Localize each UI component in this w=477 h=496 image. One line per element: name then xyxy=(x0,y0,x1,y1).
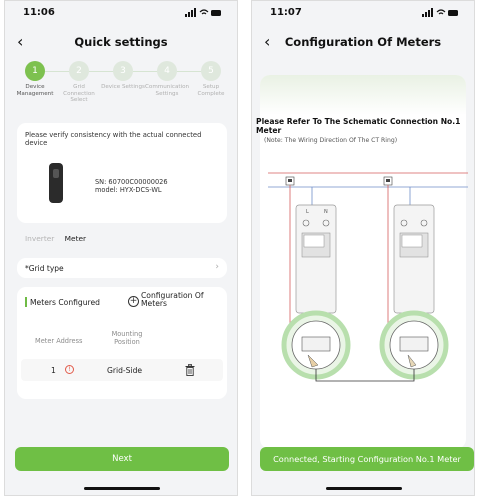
trash-icon[interactable] xyxy=(185,364,195,376)
step-communication[interactable]: 4 Communication Settings xyxy=(145,61,189,97)
supply-lines xyxy=(268,172,468,188)
warning-icon[interactable]: ! xyxy=(65,365,74,374)
breaker-left xyxy=(285,176,295,186)
ct-ring-left xyxy=(281,310,351,380)
device-image xyxy=(49,163,63,203)
meter-wiring-diagram: L N xyxy=(268,172,468,382)
status-time: 11:07 xyxy=(270,7,302,18)
add-circle-icon[interactable]: + xyxy=(128,296,139,307)
step-number: 1 xyxy=(25,61,45,81)
breaker-right xyxy=(383,176,393,186)
quick-settings-screen: 11:06 ‹ Quick settings 1 Device Manageme… xyxy=(4,0,238,496)
meter-l-label: L xyxy=(306,209,309,215)
setup-stepper: 1 Device Management 2 Grid Connection Se… xyxy=(11,61,231,107)
sheet-header-shade xyxy=(260,75,466,115)
configuration-of-meters-screen: 11:07 ‹ Configuration Of Meters Please R… xyxy=(251,0,475,496)
step-label: Device Settings xyxy=(101,84,145,90)
grid-type-row[interactable]: *Grid type › xyxy=(17,258,227,278)
step-number: 3 xyxy=(113,61,133,81)
meter-left: L N xyxy=(295,204,337,314)
step-number: 2 xyxy=(69,61,89,81)
mounting-position-value: Grid-Side xyxy=(107,366,143,375)
verify-message: Please verify consistency with the actua… xyxy=(25,131,202,147)
meters-configured-label: Meters Configured xyxy=(30,298,100,307)
section-accent-bar xyxy=(25,297,27,307)
schematic-instruction: Please Refer To The Schematic Connection… xyxy=(256,117,461,135)
page-title: Quick settings xyxy=(74,35,168,49)
ct-ring-right xyxy=(379,310,449,380)
tab-inverter[interactable]: Inverter xyxy=(25,234,54,243)
home-indicator xyxy=(326,487,402,490)
device-type-tabs: Inverter Meter xyxy=(25,234,94,243)
table-row[interactable]: 1 ! Grid-Side xyxy=(21,359,223,381)
device-verify-card: Please verify consistency with the actua… xyxy=(17,123,227,223)
meter-n-label: N xyxy=(324,209,328,215)
status-bar: 11:06 xyxy=(5,1,237,25)
step-label: Grid Connection Select xyxy=(63,84,95,103)
connection-status-button[interactable]: Connected, Starting Configuration No.1 M… xyxy=(260,447,474,471)
tab-meter[interactable]: Meter xyxy=(65,234,86,243)
status-time: 11:06 xyxy=(23,7,55,18)
status-bar: 11:07 xyxy=(252,1,474,25)
step-label: Setup Complete xyxy=(197,84,225,97)
step-number: 5 xyxy=(201,61,221,81)
nav-bar: ‹ Quick settings xyxy=(5,31,237,55)
device-model: model: HYX-DCS-WL xyxy=(95,186,162,194)
configuration-of-meters-link[interactable]: Configuration Of Meters xyxy=(141,291,221,309)
grid-type-label: *Grid type xyxy=(25,264,64,273)
step-grid-connection[interactable]: 2 Grid Connection Select xyxy=(57,61,101,104)
meter-address-value: 1 xyxy=(51,366,56,375)
next-button[interactable]: Next xyxy=(15,447,229,471)
system-status-icons xyxy=(185,8,221,17)
meter-address-header: Meter Address xyxy=(35,337,83,345)
device-sn: SN: 60700C00000026 xyxy=(95,178,168,186)
screen-stage: 11:06 ‹ Quick settings 1 Device Manageme… xyxy=(0,0,477,496)
mounting-position-header: Mounting Position xyxy=(111,330,143,346)
step-label: Communication Settings xyxy=(145,84,190,97)
step-label: Device Management xyxy=(16,84,54,97)
system-status-icons xyxy=(422,8,458,17)
nav-bar: ‹ Configuration Of Meters xyxy=(252,31,474,55)
step-setup-complete[interactable]: 5 Setup Complete xyxy=(189,61,233,97)
meter-right xyxy=(393,204,435,314)
page-title: Configuration Of Meters xyxy=(284,35,442,49)
ct-wiring-note: (Note: The Wiring Direction Of The CT Ri… xyxy=(264,137,398,144)
chevron-right-icon: › xyxy=(215,262,219,272)
meters-card: Meters Configured + Configuration Of Met… xyxy=(17,287,227,399)
step-number: 4 xyxy=(157,61,177,81)
step-device-settings[interactable]: 3 Device Settings xyxy=(101,61,145,91)
step-device-management[interactable]: 1 Device Management xyxy=(13,61,57,97)
home-indicator xyxy=(84,487,160,490)
